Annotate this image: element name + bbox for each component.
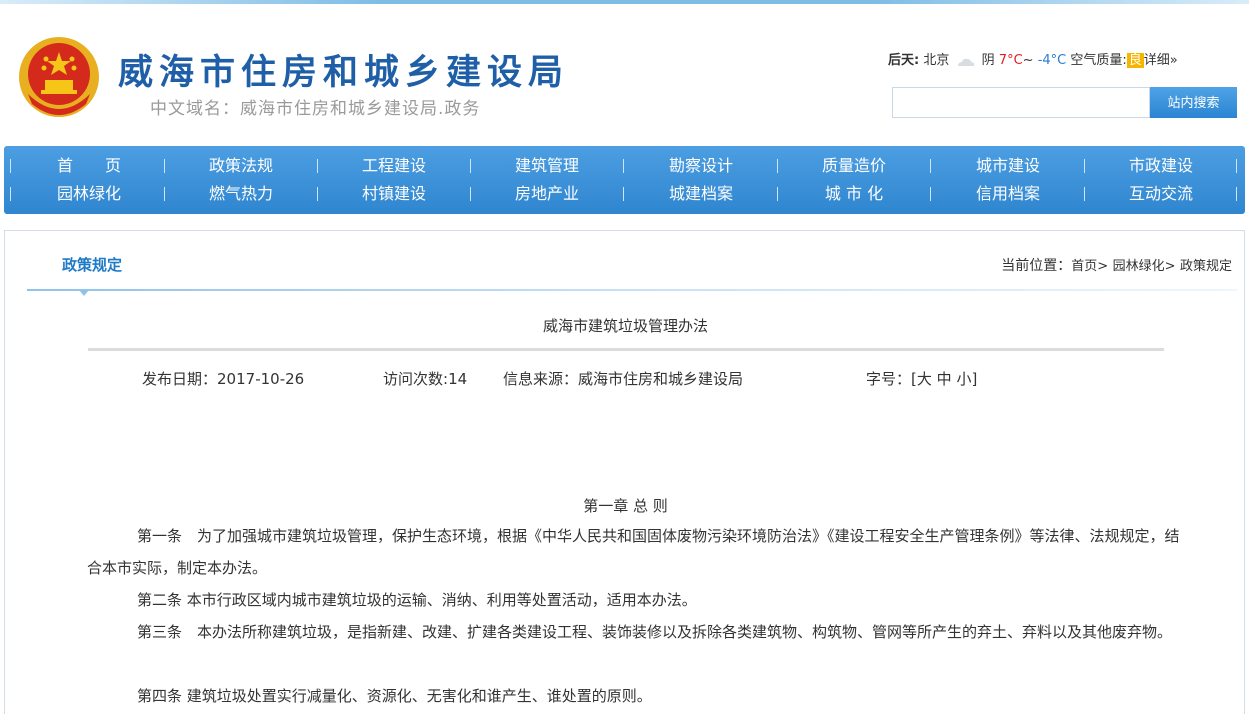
site-domain: 中文域名：威海市住房和城乡建设局.政务 [150,99,481,119]
nav-item-village[interactable]: 村镇建设 [334,180,454,208]
nav-separator [930,187,931,201]
nav-item-home[interactable]: 首 页 [29,152,149,180]
national-emblem-icon [16,34,102,120]
weather-low: -4°C [1037,53,1067,68]
weather-details-link[interactable]: 详细» [1144,53,1178,68]
visit-count-label: 访问次数: [383,370,449,388]
nav-item-real-estate[interactable]: 房地产业 [487,180,607,208]
nav-item-urban-construction[interactable]: 城市建设 [948,152,1068,180]
nav-row-1: 首 页 政策法规 工程建设 建筑管理 勘察设计 质量造价 城市建设 市政建设 [4,152,1245,180]
nav-item-gas-heat[interactable]: 燃气热力 [181,180,301,208]
nav-separator [623,159,624,173]
cloud-icon [956,56,976,66]
publish-date: 发布日期：2017-10-26 [142,368,304,389]
nav-separator [470,159,471,173]
nav-separator [164,159,165,173]
weather-day-label: 后天: [888,53,920,68]
nav-separator [1084,159,1085,173]
nav-item-credit-archives[interactable]: 信用档案 [948,180,1068,208]
breadcrumb-home[interactable]: 首页 [1071,259,1097,274]
visit-count: 访问次数:14 [383,368,467,389]
nav-item-interaction[interactable]: 互动交流 [1101,180,1221,208]
article-paragraph: 第二条 本市行政区域内城市建筑垃圾的运输、消纳、利用等处置活动，适用本办法。 [137,591,697,609]
info-source: 信息来源：威海市住房和城乡建设局 [503,368,743,389]
nav-separator [777,159,778,173]
weather-widget: 后天: 北京 阴 7°C~ -4°C 空气质量: 良详细» [888,49,1178,68]
font-size-switcher: 字号：[大 中 小] [866,368,977,389]
info-source-value: 威海市住房和城乡建设局 [578,370,744,388]
publish-date-label: 发布日期： [142,370,218,388]
nav-item-construction-mgmt[interactable]: 建筑管理 [487,152,607,180]
nav-separator [317,187,318,201]
section-title: 政策规定 [62,256,123,274]
visit-count-value: 14 [448,370,468,388]
font-size-large[interactable]: 大 [917,370,932,388]
nav-separator [10,159,11,173]
content-panel: 政策规定 当前位置：首页> 园林绿化> 政策规定 威海市建筑垃圾管理办法 发布日… [4,230,1245,714]
nav-item-engineering[interactable]: 工程建设 [334,152,454,180]
search-input[interactable] [892,87,1150,118]
breadcrumb-separator: > [1164,259,1176,274]
nav-separator [1084,187,1085,201]
title-divider [88,348,1164,351]
article-paragraph: 第四条 建筑垃圾处置实行减量化、资源化、无害化和谁产生、谁处置的原则。 [137,687,652,705]
breadcrumb-level1[interactable]: 园林绿化 [1113,259,1165,274]
publish-date-value: 2017-10-26 [217,370,305,388]
weather-city: 北京 [923,53,950,68]
breadcrumb: 当前位置：首页> 园林绿化> 政策规定 [1001,255,1232,275]
nav-item-survey-design[interactable]: 勘察设计 [641,152,761,180]
font-size-label: 字号： [866,370,912,388]
breadcrumb-separator: > [1097,259,1109,274]
weather-separator: ~ [1022,53,1034,68]
search-button[interactable]: 站内搜索 [1150,87,1237,118]
font-size-bracket-close: ] [971,370,978,388]
nav-item-archives[interactable]: 城建档案 [641,180,761,208]
article-paragraph: 第一条 为了加强城市建筑垃圾管理，保护生态环境，根据《中华人民共和国固体废物污染… [87,527,1180,577]
nav-separator [777,187,778,201]
aqi-badge: 良 [1126,53,1144,68]
section-divider-pointer [79,290,89,296]
nav-item-policy[interactable]: 政策法规 [181,152,301,180]
nav-item-quality-cost[interactable]: 质量造价 [794,152,914,180]
nav-item-municipal[interactable]: 市政建设 [1101,152,1221,180]
nav-row-2: 园林绿化 燃气热力 村镇建设 房地产业 城建档案 城 市 化 信用档案 互动交流 [4,180,1245,208]
aqi-label: 空气质量: [1070,53,1127,68]
article-paragraph: 第三条 本办法所称建筑垃圾，是指新建、改建、扩建各类建设工程、装饰装修以及拆除各… [137,623,1173,641]
nav-separator [1236,159,1237,173]
chapter-heading: 第一章 总 则 [583,497,668,515]
top-accent-line [0,0,1249,4]
nav-separator [623,187,624,201]
breadcrumb-label: 当前位置： [1001,258,1072,274]
nav-separator [1236,187,1237,201]
weather-high: 7°C [998,53,1023,68]
section-divider [27,289,1237,291]
info-source-label: 信息来源： [503,370,579,388]
nav-separator [317,159,318,173]
nav-separator [164,187,165,201]
nav-separator [10,187,11,201]
nav-item-urbanization[interactable]: 城 市 化 [794,180,914,208]
nav-separator [930,159,931,173]
font-size-small[interactable]: 小 [956,370,971,388]
font-size-medium[interactable]: 中 [937,370,952,388]
nav-item-landscaping[interactable]: 园林绿化 [29,180,149,208]
main-nav: 首 页 政策法规 工程建设 建筑管理 勘察设计 质量造价 城市建设 市政建设 园… [4,146,1245,214]
site-title[interactable]: 威海市住房和城乡建设局 [118,44,569,95]
weather-condition: 阴 [981,53,995,68]
nav-separator [470,187,471,201]
article-title: 威海市建筑垃圾管理办法 [542,317,708,335]
breadcrumb-current[interactable]: 政策规定 [1180,259,1232,274]
